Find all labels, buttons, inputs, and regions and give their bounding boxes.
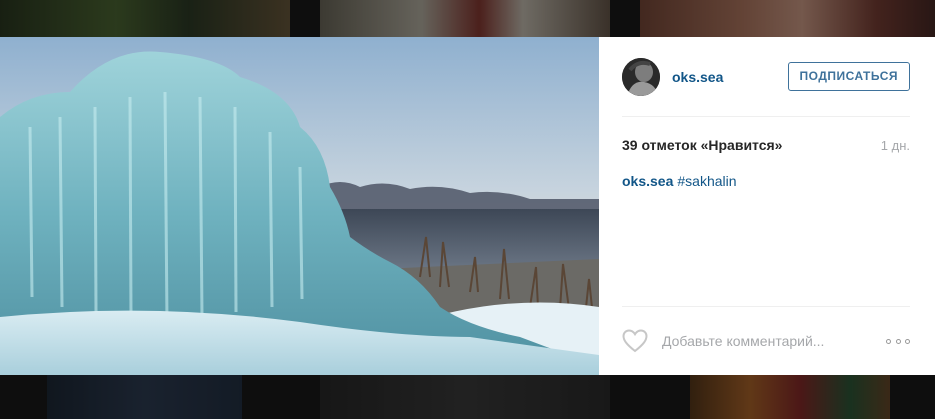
grid-thumbnail[interactable]	[690, 375, 890, 419]
dot-icon	[905, 338, 910, 344]
heart-outline-icon[interactable]	[622, 329, 648, 353]
follow-button[interactable]: ПОДПИСАТЬСЯ	[787, 62, 910, 91]
grid-thumbnail[interactable]	[320, 375, 610, 419]
grid-thumbnail[interactable]	[47, 375, 242, 419]
likes-count[interactable]: 39 отметок «Нравится»	[622, 137, 782, 153]
grid-thumbnail[interactable]	[0, 0, 290, 37]
post-age[interactable]: 1 дн.	[881, 138, 910, 153]
post-author-username[interactable]: oks.sea	[672, 69, 788, 85]
caption-hashtag[interactable]: #sakhalin	[677, 173, 736, 189]
post-stats: 39 отметок «Нравится» 1 дн.	[622, 137, 910, 153]
post-header: oks.sea ПОДПИСАТЬСЯ	[622, 37, 910, 117]
avatar[interactable]	[622, 57, 660, 96]
avatar-image	[622, 57, 660, 96]
post-caption: oks.sea #sakhalin	[622, 173, 910, 189]
grid-thumbnail[interactable]	[640, 0, 935, 37]
dot-icon	[886, 338, 891, 344]
comment-bar	[622, 306, 910, 375]
post-photo[interactable]	[0, 37, 599, 375]
grid-thumbnail[interactable]	[320, 0, 610, 37]
comment-input[interactable]	[660, 332, 886, 350]
post-image	[0, 37, 599, 375]
dot-icon	[895, 338, 901, 344]
caption-username[interactable]: oks.sea	[622, 173, 673, 189]
post-modal: oks.sea ПОДПИСАТЬСЯ 39 отметок «Нравится…	[0, 37, 935, 375]
more-options-icon[interactable]	[886, 337, 910, 345]
post-details-panel: oks.sea ПОДПИСАТЬСЯ 39 отметок «Нравится…	[599, 37, 935, 375]
